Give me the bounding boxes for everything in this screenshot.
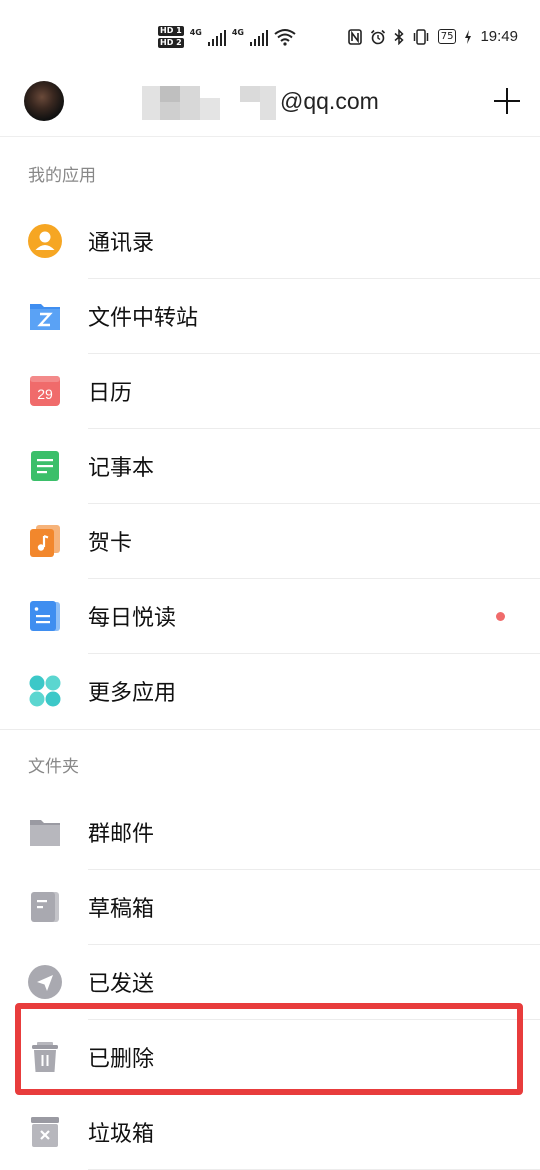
- status-bar: HD 1 HD 2 4G 4G 75 19:49: [0, 0, 540, 70]
- more-apps-icon: [29, 675, 61, 707]
- avatar[interactable]: [24, 81, 64, 121]
- drafts-icon: [31, 892, 59, 922]
- hd2-badge: HD 2: [158, 38, 184, 48]
- signal-1-icon: [207, 28, 226, 46]
- app-item-daily-read[interactable]: 每日悦读: [0, 579, 540, 654]
- app-label: 每日悦读: [88, 606, 177, 631]
- folder-label: 群邮件: [88, 822, 155, 847]
- charging-icon: [465, 29, 472, 44]
- folder-icon: [30, 820, 60, 846]
- signal-2-icon: [249, 28, 268, 46]
- app-label: 通讯录: [88, 231, 155, 256]
- app-item-calendar[interactable]: 29 日历: [0, 354, 540, 429]
- vibrate-icon: [413, 28, 428, 45]
- clock-time: 19:49: [480, 28, 518, 45]
- app-label: 更多应用: [88, 681, 177, 706]
- app-item-more-apps[interactable]: 更多应用: [0, 654, 540, 729]
- spam-icon: [31, 1117, 59, 1147]
- app-label: 贺卡: [88, 531, 133, 556]
- greeting-card-icon: [30, 525, 60, 557]
- hd-indicators: HD 1 HD 2: [158, 26, 184, 48]
- svg-text:29: 29: [37, 386, 53, 402]
- wifi-icon: [274, 29, 296, 46]
- network-type-1: 4G: [189, 28, 202, 37]
- contacts-icon: [28, 224, 62, 258]
- network-type-2: 4G: [231, 28, 244, 37]
- folder-label: 垃圾箱: [88, 1122, 155, 1147]
- network-indicators: HD 1 HD 2 4G 4G: [158, 26, 296, 48]
- sent-icon: [28, 965, 62, 999]
- calendar-icon: 29: [30, 376, 60, 406]
- folder-item-drafts[interactable]: 草稿箱: [0, 870, 540, 945]
- app-item-file-transfer[interactable]: 文件中转站: [0, 279, 540, 354]
- app-item-greeting-card[interactable]: 贺卡: [0, 504, 540, 579]
- account-email[interactable]: @qq.com: [280, 88, 379, 115]
- section-divider: [0, 729, 540, 730]
- folder-item-group-mail[interactable]: 群邮件: [0, 795, 540, 870]
- system-indicators: 75 19:49: [347, 28, 518, 45]
- folders-section-title: 文件夹: [28, 757, 79, 777]
- folder-label: 草稿箱: [88, 897, 155, 922]
- daily-read-icon: [30, 601, 60, 631]
- app-label: 日历: [88, 381, 133, 406]
- hd1-badge: HD 1: [158, 26, 184, 36]
- notepad-icon: [31, 451, 59, 481]
- unread-badge: [496, 612, 505, 621]
- app-label: 文件中转站: [88, 306, 199, 331]
- app-item-notepad[interactable]: 记事本: [0, 429, 540, 504]
- folder-item-spam[interactable]: 垃圾箱: [0, 1095, 540, 1170]
- nfc-icon: [347, 28, 362, 45]
- file-transfer-icon: [30, 304, 60, 330]
- battery-level: 75: [437, 29, 457, 44]
- folder-label: 已发送: [88, 972, 155, 997]
- alarm-icon: [370, 29, 385, 44]
- bluetooth-icon: [394, 28, 404, 45]
- plus-icon[interactable]: [494, 88, 520, 114]
- account-header: @qq.com: [0, 70, 540, 137]
- highlight-box: [15, 1003, 523, 1095]
- app-item-contacts[interactable]: 通讯录: [0, 204, 540, 279]
- apps-section-title: 我的应用: [28, 166, 96, 186]
- app-label: 记事本: [88, 456, 155, 481]
